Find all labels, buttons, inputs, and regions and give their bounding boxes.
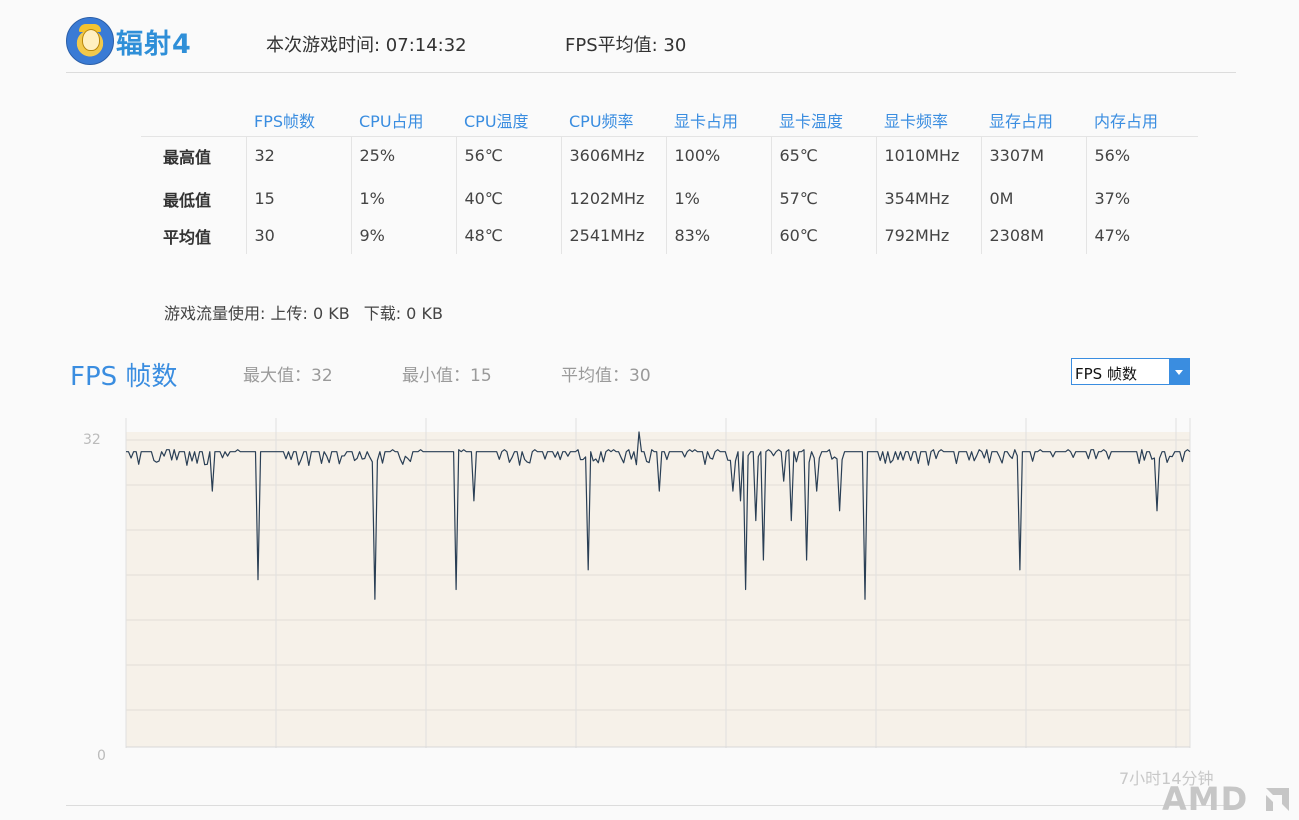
table-row-max: 最高值 32 25% 56℃ 3606MHz 100% 65℃ 1010MHz … — [141, 136, 1198, 174]
bottom-divider — [66, 805, 1236, 806]
amd-logo: AMD — [1162, 780, 1249, 818]
amd-arrow-icon — [1266, 788, 1289, 811]
column-header: 显存占用 — [981, 104, 1086, 137]
y-tick-min: 0 — [97, 748, 106, 764]
column-header: CPU占用 — [351, 104, 456, 137]
chart-min-label: 最小值：15 — [402, 366, 492, 386]
column-header: 显卡占用 — [666, 104, 771, 137]
column-header: FPS帧数 — [246, 104, 351, 137]
table-cell: 83% — [665, 217, 771, 254]
table-cell: 37% — [1085, 174, 1198, 217]
table-cell: 56℃ — [455, 136, 561, 174]
row-label: 最低值 — [163, 190, 212, 210]
header: 辐射4 本次游戏时间: 07:14:32 FPS平均值: 30 — [66, 14, 1236, 73]
table-cell: 57℃ — [770, 174, 876, 217]
game-logo-icon — [66, 17, 114, 65]
table-cell: 25% — [350, 136, 456, 174]
table-cell: 2308M — [980, 217, 1086, 254]
chart-max-label: 最大值：32 — [243, 366, 333, 386]
table-cell: 0M — [980, 174, 1086, 217]
table-cell: 9% — [350, 217, 456, 254]
column-header: CPU频率 — [561, 104, 666, 137]
table-cell: 1% — [665, 174, 771, 217]
chart-avg-label: 平均值：30 — [561, 366, 651, 386]
traffic-download: 下载: 0 KB — [363, 304, 443, 323]
table-cell: 15 — [245, 174, 351, 217]
column-header: CPU温度 — [456, 104, 561, 137]
table-cell: 1202MHz — [560, 174, 666, 217]
table-cell: 30 — [245, 217, 351, 254]
table-cell: 32 — [245, 136, 351, 174]
table-cell: 65℃ — [770, 136, 876, 174]
table-cell: 1% — [350, 174, 456, 217]
traffic-label: 游戏流量使用: — [164, 304, 271, 323]
row-label: 最高值 — [163, 147, 212, 167]
table-cell: 792MHz — [875, 217, 981, 254]
chevron-down-icon[interactable] — [1169, 359, 1189, 384]
metric-select[interactable]: FPS 帧数 — [1071, 358, 1190, 385]
fps-chart — [125, 418, 1191, 748]
table-cell: 3307M — [980, 136, 1086, 174]
table-row-min: 最低值 15 1% 40℃ 1202MHz 1% 57℃ 354MHz 0M 3… — [141, 174, 1198, 217]
stats-table: FPS帧数 CPU占用 CPU温度 CPU频率 显卡占用 显卡温度 显卡频率 显… — [141, 104, 1198, 254]
game-title: 辐射4 — [116, 29, 192, 60]
table-cell: 100% — [665, 136, 771, 174]
table-cell: 47% — [1085, 217, 1198, 254]
session-time: 本次游戏时间: 07:14:32 — [266, 35, 467, 56]
row-label: 平均值 — [163, 227, 212, 247]
traffic-upload: 上传: 0 KB — [270, 304, 350, 323]
table-cell: 354MHz — [875, 174, 981, 217]
y-tick-max: 32 — [83, 432, 101, 448]
table-cell: 40℃ — [455, 174, 561, 217]
fps-average: FPS平均值: 30 — [565, 35, 687, 56]
table-cell: 60℃ — [770, 217, 876, 254]
table-cell: 1010MHz — [875, 136, 981, 174]
chart-title: FPS 帧数 — [70, 362, 178, 392]
column-header: 内存占用 — [1086, 104, 1198, 137]
table-corner — [141, 104, 246, 137]
table-cell: 48℃ — [455, 217, 561, 254]
table-row-avg: 平均值 30 9% 48℃ 2541MHz 83% 60℃ 792MHz 230… — [141, 217, 1198, 254]
table-cell: 56% — [1085, 136, 1198, 174]
column-header: 显卡频率 — [876, 104, 981, 137]
column-header: 显卡温度 — [771, 104, 876, 137]
traffic-usage: 游戏流量使用: 上传: 0 KB 下载: 0 KB — [164, 300, 457, 324]
metric-select-value: FPS 帧数 — [1075, 365, 1137, 383]
table-cell: 3606MHz — [560, 136, 666, 174]
table-cell: 2541MHz — [560, 217, 666, 254]
